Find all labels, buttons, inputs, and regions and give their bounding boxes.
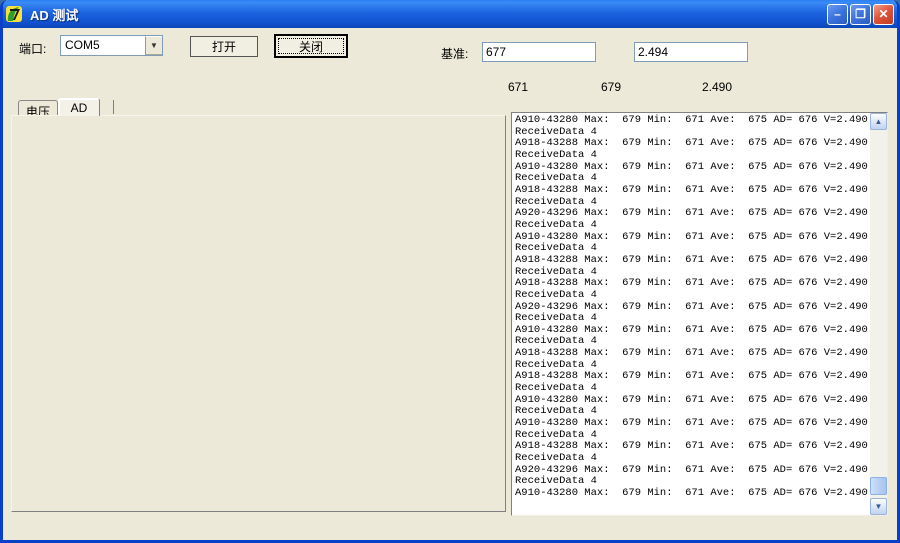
reference-v-input[interactable]: 2.494 [634,42,748,62]
minimize-button[interactable]: – [827,4,848,25]
app-window: AD 测试 – ❐ ✕ 端口: COM5 ▼ 打开 关闭 基准: 677 2.4… [0,0,900,543]
log-text: A910-43280 Max: 679 Min: 671 Ave: 675 AD… [515,115,868,515]
chevron-down-icon[interactable]: ▼ [145,36,162,55]
close-window-button[interactable]: ✕ [873,4,894,25]
reference-ad-input[interactable]: 677 [482,42,596,62]
log-scrollbar[interactable]: ▲ ▼ [870,113,887,515]
open-button[interactable]: 打开 [190,36,258,57]
log-textarea[interactable]: A910-43280 Max: 679 Min: 671 Ave: 675 AD… [511,112,888,516]
scrollbar-thumb[interactable] [870,477,887,495]
port-combobox-value: COM5 [61,36,145,55]
tab-ad[interactable]: AD [58,98,100,116]
window-title: AD 测试 [30,5,825,24]
app-icon [6,5,24,23]
port-combobox[interactable]: COM5 ▼ [60,35,163,56]
stat-min-value: 671 [508,80,528,94]
tab-voltage[interactable]: 电压 [18,100,58,116]
scroll-down-icon[interactable]: ▼ [870,498,887,515]
maximize-button[interactable]: ❐ [850,4,871,25]
port-label: 端口: [19,40,46,57]
reference-label: 基准: [441,45,468,62]
tab-strip-divider [113,100,114,114]
title-bar: AD 测试 – ❐ ✕ [0,0,900,28]
close-button[interactable]: 关闭 [274,34,348,58]
stat-max-value: 679 [601,80,621,94]
tab-page-ad [11,115,506,512]
stat-voltage-value: 2.490 [702,80,732,94]
scroll-up-icon[interactable]: ▲ [870,113,887,130]
